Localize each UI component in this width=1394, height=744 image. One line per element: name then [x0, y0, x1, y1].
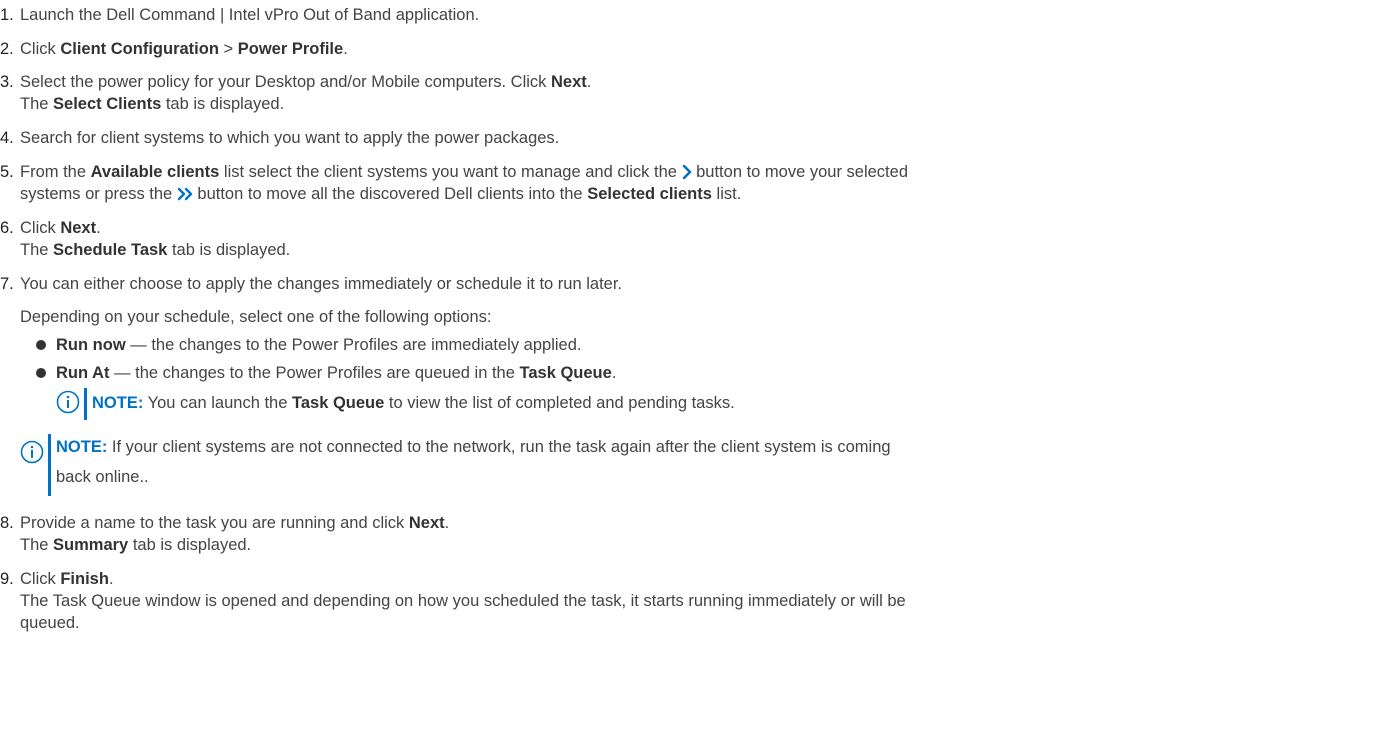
- ui-term-finish: Finish: [60, 570, 109, 588]
- step-text: Provide a name to the task you are runni…: [20, 512, 1386, 534]
- ui-term-task-queue: Task Queue: [291, 394, 385, 412]
- bullet-dot: [36, 340, 46, 350]
- text-run: systems or press the: [20, 185, 177, 203]
- ui-term-task-queue: Task Queue: [519, 364, 612, 382]
- text-run: >: [218, 40, 238, 58]
- step-body: Depending on your schedule, select one o…: [20, 306, 1386, 328]
- ui-term-next: Next: [408, 514, 445, 532]
- info-icon: [56, 390, 80, 414]
- text-run: tab is displayed.: [167, 241, 291, 259]
- text-run: button to move your selected: [691, 163, 908, 181]
- text-run: .: [96, 219, 101, 237]
- text-run: tab is displayed.: [128, 536, 252, 554]
- info-icon: [20, 440, 44, 464]
- text-run: The: [20, 241, 54, 259]
- text-run: Provide a name to the task you are runni…: [20, 514, 409, 532]
- step-text-continued: systems or press the button to move all …: [20, 183, 1386, 205]
- note-label: NOTE:: [56, 438, 108, 456]
- step-result-continued: queued.: [20, 614, 80, 632]
- ui-term-run-now: Run now: [56, 336, 126, 354]
- step-text: Search for client systems to which you w…: [20, 129, 560, 147]
- ui-term-next: Next: [60, 219, 97, 237]
- ui-term-selected-clients: Selected clients: [587, 185, 712, 203]
- text-run: If your client systems are not connected…: [107, 438, 891, 456]
- step-text: From the Available clients list select t…: [20, 161, 1386, 183]
- step-result: The Summary tab is displayed.: [20, 534, 1386, 556]
- step-result: The Select Clients tab is displayed.: [20, 93, 1386, 115]
- step-body: Launch the Dell Command | Intel vPro Out…: [20, 4, 1386, 26]
- note-divider: [48, 434, 51, 496]
- text-run: list select the client systems you want …: [219, 163, 682, 181]
- step-result: The Task Queue window is opened and depe…: [20, 592, 906, 610]
- note-offline-clients: NOTE: If your client systems are not con…: [0, 434, 1394, 496]
- ui-term-power-profile: Power Profile: [237, 40, 344, 58]
- step-text: Click Client Configuration > Power Profi…: [20, 38, 1386, 60]
- text-run: tab is displayed.: [161, 95, 285, 113]
- ui-term-select-clients: Select Clients: [53, 95, 162, 113]
- step-text: Launch the Dell Command | Intel vPro Out…: [20, 6, 480, 24]
- text-run: .: [108, 570, 114, 588]
- option-text: Run now — the changes to the Power Profi…: [56, 334, 581, 356]
- note-task-queue: NOTE: You can launch the Task Queue to v…: [0, 388, 1394, 424]
- text-run: Click: [20, 570, 61, 588]
- text-run: — the changes to the Power Profiles are …: [125, 336, 582, 354]
- step-result: The Schedule Task tab is displayed.: [20, 239, 1386, 261]
- step-body: Click Next. The Schedule Task tab is dis…: [20, 217, 1386, 261]
- text-run: .: [611, 364, 617, 382]
- step-body: Provide a name to the task you are runni…: [20, 512, 1386, 556]
- option-text: Run At — the changes to the Power Profil…: [56, 362, 616, 384]
- ui-term-run-at: Run At: [56, 364, 110, 382]
- note-text: NOTE: You can launch the Task Queue to v…: [92, 392, 735, 414]
- double-chevron-right-icon: [177, 183, 193, 205]
- ui-term-client-configuration: Client Configuration: [60, 40, 219, 58]
- note-text: NOTE: If your client systems are not con…: [56, 436, 891, 458]
- text-run: list.: [711, 185, 742, 203]
- step-body: Click Client Configuration > Power Profi…: [20, 38, 1386, 60]
- text-run: The: [20, 95, 54, 113]
- step-body: You can either choose to apply the chang…: [20, 273, 1386, 295]
- note-divider: [84, 388, 87, 420]
- ui-term-schedule-task: Schedule Task: [53, 241, 168, 259]
- step-text: Depending on your schedule, select one o…: [20, 308, 492, 326]
- ui-term-summary: Summary: [53, 536, 129, 554]
- text-run: .: [586, 73, 592, 91]
- text-run: From the: [20, 163, 91, 181]
- text-run: to view the list of completed and pendin…: [384, 394, 735, 412]
- text-run: Select the power policy for your Desktop…: [20, 73, 551, 91]
- text-run: — the changes to the Power Profiles are …: [109, 364, 520, 382]
- text-run: Click: [20, 40, 61, 58]
- text-run: The: [20, 536, 54, 554]
- text-run: .: [444, 514, 450, 532]
- bullet-dot: [36, 368, 46, 378]
- step-body: Select the power policy for your Desktop…: [20, 71, 1386, 115]
- ui-term-available-clients: Available clients: [90, 163, 220, 181]
- note-label: NOTE:: [92, 394, 144, 412]
- step-text: Select the power policy for your Desktop…: [20, 71, 1386, 93]
- step-text: Click Finish.: [20, 568, 1386, 590]
- step-text: Click Next.: [20, 217, 1386, 239]
- text-run: Click: [20, 219, 61, 237]
- step-body: Search for client systems to which you w…: [20, 127, 1386, 149]
- step-body: Click Finish. The Task Queue window is o…: [20, 568, 1386, 634]
- text-run: .: [343, 40, 348, 58]
- text-run: You can launch the: [143, 394, 292, 412]
- step-text: You can either choose to apply the chang…: [20, 275, 623, 293]
- chevron-right-icon: [682, 161, 692, 183]
- ui-term-next: Next: [550, 73, 587, 91]
- step-body: From the Available clients list select t…: [20, 161, 1386, 205]
- note-text-continued: back online..: [56, 468, 149, 486]
- document-page: 1. Launch the Dell Command | Intel vPro …: [0, 0, 1394, 744]
- text-run: button to move all the discovered Dell c…: [192, 185, 588, 203]
